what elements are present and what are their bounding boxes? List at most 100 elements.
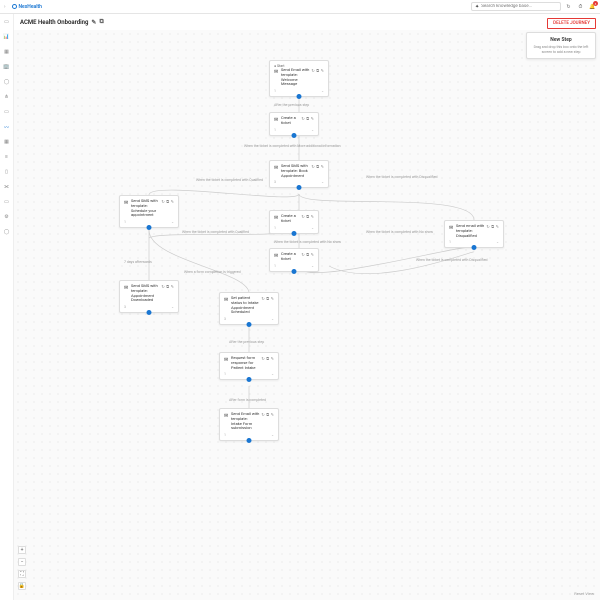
sidebar-card-icon[interactable]: ▭ [3, 108, 11, 116]
copy-icon[interactable]: ⧉ [99, 18, 103, 26]
flow-node[interactable]: ✉Send SMS with template: Appointment Dow… [119, 280, 179, 313]
node-handle[interactable] [247, 438, 252, 443]
sidebar-journey-icon[interactable]: 〰 [3, 123, 11, 131]
sidebar-gear-icon[interactable]: ⚙ [3, 213, 11, 221]
node-copy-icon[interactable]: ⧉ [306, 116, 309, 121]
zoom-fit-button[interactable]: ⛶ [18, 570, 26, 578]
node-refresh-icon[interactable]: ↻ [301, 214, 304, 219]
search-input[interactable] [481, 4, 557, 9]
flow-node[interactable]: ✉Create a ticket↻⧉✎1⌄ [269, 112, 319, 136]
node-copy-icon[interactable]: ⧉ [166, 284, 169, 289]
reset-view-link[interactable]: Reset View [574, 591, 594, 596]
sidebar-doc-icon[interactable]: ▯ [3, 168, 11, 176]
node-handle[interactable] [292, 231, 297, 236]
node-refresh-icon[interactable]: ↻ [486, 224, 489, 229]
node-copy-icon[interactable]: ⧉ [316, 68, 319, 73]
timer-icon[interactable]: ⏱ [577, 3, 584, 10]
node-title: Send email with template: Disqualified [456, 224, 484, 238]
node-refresh-icon[interactable]: ↻ [311, 68, 314, 73]
sidebar-chart-icon[interactable]: 📊 [3, 33, 11, 41]
node-type-icon: ✉ [124, 200, 129, 205]
node-chevron-icon[interactable]: ⌄ [311, 264, 314, 268]
node-chevron-icon[interactable]: ⌄ [311, 226, 314, 230]
sidebar-building-icon[interactable]: 🏢 [3, 63, 11, 71]
node-refresh-icon[interactable]: ↻ [261, 356, 264, 361]
zoom-out-button[interactable]: − [18, 558, 26, 566]
zoom-lock-button[interactable]: 🔒 [18, 582, 26, 590]
node-edit-icon[interactable]: ✎ [171, 284, 174, 289]
node-copy-icon[interactable]: ⧉ [266, 296, 269, 301]
flow-node[interactable]: ✉Send SMS with template: Book Appointmen… [269, 160, 329, 188]
edit-icon[interactable]: ✎ [91, 19, 96, 26]
flow-node[interactable]: ✉Request form response for Patient Intak… [219, 352, 279, 380]
flow-canvas[interactable]: ● Start✉Send Email with template: Welcom… [14, 30, 600, 600]
node-refresh-icon[interactable]: ↻ [311, 164, 314, 169]
sidebar-calendar-icon[interactable]: ▦ [3, 48, 11, 56]
node-chevron-icon[interactable]: ⌄ [496, 240, 499, 244]
sidebar-home-icon[interactable]: ▭ [3, 18, 11, 26]
node-handle[interactable] [247, 322, 252, 327]
node-chevron-icon[interactable]: ⌄ [271, 317, 274, 321]
node-copy-icon[interactable]: ⧉ [316, 164, 319, 169]
sidebar-share-icon[interactable]: ⫘ [3, 183, 11, 191]
node-chevron-icon[interactable]: ⌄ [271, 433, 274, 437]
node-chevron-icon[interactable]: ⌄ [311, 128, 314, 132]
flow-node[interactable]: ✉Send email with template: Disqualified↻… [444, 220, 504, 248]
node-edit-icon[interactable]: ✎ [271, 356, 274, 361]
sidebar-grid-icon[interactable]: ▦ [3, 138, 11, 146]
node-chevron-icon[interactable]: ⌄ [171, 220, 174, 224]
node-chevron-icon[interactable]: ⌄ [321, 89, 324, 93]
flow-node[interactable]: ✉Send Email with template: Intake Form s… [219, 408, 279, 441]
node-refresh-icon[interactable]: ↻ [161, 284, 164, 289]
topbar: › NexHealth ✦ ↻ ⏱ 🔔3 [0, 0, 600, 14]
node-handle[interactable] [472, 245, 477, 250]
node-handle[interactable] [147, 225, 152, 230]
node-handle[interactable] [247, 377, 252, 382]
node-chevron-icon[interactable]: ⌄ [171, 305, 174, 309]
sidebar-browser-icon[interactable]: ▭ [3, 198, 11, 206]
sidebar-help-icon[interactable]: ◯ [3, 228, 11, 236]
node-copy-icon[interactable]: ⧉ [306, 252, 309, 257]
node-refresh-icon[interactable]: ↻ [161, 199, 164, 204]
zoom-in-button[interactable]: + [18, 546, 26, 554]
node-copy-icon[interactable]: ⧉ [306, 214, 309, 219]
node-handle[interactable] [297, 94, 302, 99]
node-copy-icon[interactable]: ⧉ [491, 224, 494, 229]
sidebar-user-icon[interactable]: ◯ [3, 78, 11, 86]
node-edit-icon[interactable]: ✎ [271, 296, 274, 301]
search-box[interactable]: ✦ [471, 2, 561, 11]
node-edit-icon[interactable]: ✎ [321, 164, 324, 169]
delete-journey-button[interactable]: DELETE JOURNEY [547, 18, 596, 29]
node-refresh-icon[interactable]: ↻ [301, 252, 304, 257]
canvas-area[interactable]: ACME Health Onboarding ✎ ⧉ DELETE JOURNE… [14, 14, 600, 600]
node-edit-icon[interactable]: ✎ [171, 199, 174, 204]
history-icon[interactable]: ↻ [565, 3, 572, 10]
node-edit-icon[interactable]: ✎ [311, 252, 314, 257]
flow-node[interactable]: ✉Set patient status to Intake Appointmen… [219, 292, 279, 325]
node-edit-icon[interactable]: ✎ [271, 412, 274, 417]
node-edit-icon[interactable]: ✎ [496, 224, 499, 229]
node-copy-icon[interactable]: ⧉ [166, 199, 169, 204]
breadcrumb-back[interactable]: › [4, 4, 6, 10]
flow-node[interactable]: ✉Send SMS with template: Schedule your a… [119, 195, 179, 228]
node-edit-icon[interactable]: ✎ [311, 116, 314, 121]
node-refresh-icon[interactable]: ↻ [301, 116, 304, 121]
flow-node[interactable]: ✉Create a ticket↻⧉✎1⌄ [269, 248, 319, 272]
node-edit-icon[interactable]: ✎ [311, 214, 314, 219]
sidebar-link-icon[interactable]: ⋔ [3, 93, 11, 101]
flow-node[interactable]: ● Start✉Send Email with template: Welcom… [269, 60, 329, 97]
flow-node[interactable]: ✉Create a ticket↻⧉✎1⌄ [269, 210, 319, 234]
node-handle[interactable] [292, 133, 297, 138]
node-refresh-icon[interactable]: ↻ [261, 412, 264, 417]
node-chevron-icon[interactable]: ⌄ [321, 180, 324, 184]
sidebar-list-icon[interactable]: ≡ [3, 153, 11, 161]
node-handle[interactable] [147, 310, 152, 315]
node-edit-icon[interactable]: ✎ [321, 68, 324, 73]
bell-icon[interactable]: 🔔3 [589, 3, 596, 10]
node-chevron-icon[interactable]: ⌄ [271, 372, 274, 376]
node-handle[interactable] [297, 185, 302, 190]
node-handle[interactable] [292, 269, 297, 274]
node-copy-icon[interactable]: ⧉ [266, 356, 269, 361]
node-refresh-icon[interactable]: ↻ [261, 296, 264, 301]
node-copy-icon[interactable]: ⧉ [266, 412, 269, 417]
